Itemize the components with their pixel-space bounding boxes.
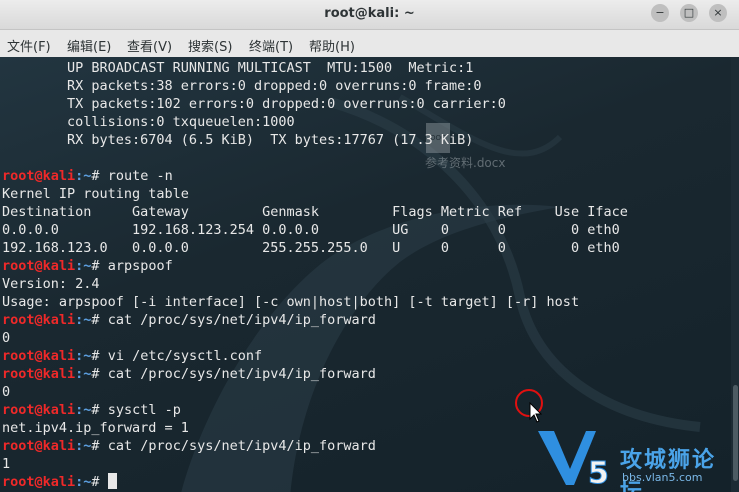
- prompt-path: :~: [75, 258, 92, 274]
- prompt-path: :~: [75, 348, 92, 364]
- title-bar[interactable]: root@kali: ~ − □ ×: [0, 0, 739, 30]
- watermark-site-name: 攻城狮论坛: [620, 448, 717, 492]
- text-cursor: [107, 473, 117, 489]
- command-text: sysctl -p: [107, 402, 181, 418]
- prompt-line: root@kali:~#: [2, 473, 628, 491]
- menu-search[interactable]: 搜索(S): [188, 36, 232, 55]
- output-line: Destination Gateway Genmask Flags Metric…: [2, 204, 628, 220]
- output-line: 192.168.123.0 0.0.0.0 255.255.255.0 U 0 …: [2, 240, 620, 256]
- output-line: UP BROADCAST RUNNING MULTICAST MTU:1500 …: [2, 60, 474, 76]
- mouse-pointer-icon: [529, 402, 543, 423]
- terminal-area[interactable]: DOC 参考资料.docx UP BROADCAST RUNNING MULTI…: [0, 57, 739, 492]
- command-line: root@kali:~# cat /proc/sys/net/ipv4/ip_f…: [2, 437, 628, 455]
- command-text: cat /proc/sys/net/ipv4/ip_forward: [107, 366, 376, 382]
- output-line: 0.0.0.0 192.168.123.254 0.0.0.0 UG 0 0 0…: [2, 222, 620, 238]
- prompt-user: root@kali: [2, 348, 76, 364]
- v5-logo-icon: 5: [538, 431, 609, 491]
- command-text: arpspoof: [107, 258, 173, 274]
- output-line: Usage: arpspoof [-i interface] [-c own|h…: [2, 294, 580, 310]
- prompt-user: root@kali: [2, 258, 76, 274]
- prompt-symbol: #: [91, 438, 108, 454]
- menu-file[interactable]: 文件(F): [7, 36, 51, 55]
- prompt-user: root@kali: [2, 438, 76, 454]
- prompt-symbol: #: [91, 258, 108, 274]
- prompt-user: root@kali: [2, 402, 76, 418]
- prompt-path: :~: [75, 402, 92, 418]
- terminal-output: UP BROADCAST RUNNING MULTICAST MTU:1500 …: [2, 59, 628, 491]
- prompt-path: :~: [75, 168, 92, 184]
- prompt-path: :~: [75, 366, 92, 382]
- prompt-user: root@kali: [2, 312, 76, 328]
- terminal-window: root@kali: ~ − □ × 文件(F) 编辑(E) 查看(V) 搜索(…: [0, 0, 739, 492]
- output-line: Version: 2.4: [2, 276, 100, 292]
- command-line: root@kali:~# cat /proc/sys/net/ipv4/ip_f…: [2, 365, 628, 383]
- watermark-site-url: bbs.vlan5.com: [622, 471, 703, 484]
- window-title: root@kali: ~: [324, 6, 415, 21]
- command-text: route -n: [107, 168, 173, 184]
- maximize-button[interactable]: □: [680, 4, 698, 22]
- command-text: vi /etc/sysctl.conf: [107, 348, 263, 364]
- prompt-path: :~: [75, 438, 92, 454]
- prompt-symbol: #: [91, 474, 108, 490]
- output-line: RX packets:38 errors:0 dropped:0 overrun…: [2, 78, 482, 94]
- prompt-symbol: #: [91, 366, 108, 382]
- command-line: root@kali:~# arpspoof: [2, 257, 628, 275]
- minimize-button[interactable]: −: [651, 4, 669, 22]
- command-text: cat /proc/sys/net/ipv4/ip_forward: [107, 438, 376, 454]
- output-line: 1: [2, 456, 11, 472]
- prompt-user: root@kali: [2, 168, 76, 184]
- output-line: 0: [2, 330, 11, 346]
- svg-text:5: 5: [588, 456, 609, 491]
- output-line: TX packets:102 errors:0 dropped:0 overru…: [2, 96, 506, 112]
- prompt-symbol: #: [91, 348, 108, 364]
- output-line: Kernel IP routing table: [2, 186, 189, 202]
- command-line: root@kali:~# vi /etc/sysctl.conf: [2, 347, 628, 365]
- prompt-symbol: #: [91, 168, 108, 184]
- menu-bar: 文件(F) 编辑(E) 查看(V) 搜索(S) 终端(T) 帮助(H): [0, 30, 739, 57]
- output-line: collisions:0 txqueuelen:1000: [2, 114, 295, 130]
- menu-help[interactable]: 帮助(H): [309, 36, 355, 55]
- command-text: cat /proc/sys/net/ipv4/ip_forward: [107, 312, 376, 328]
- prompt-path: :~: [75, 474, 92, 490]
- close-button[interactable]: ×: [709, 4, 727, 22]
- menu-edit[interactable]: 编辑(E): [67, 36, 111, 55]
- menu-terminal[interactable]: 终端(T): [249, 36, 293, 55]
- output-line: [2, 149, 628, 167]
- command-line: root@kali:~# cat /proc/sys/net/ipv4/ip_f…: [2, 311, 628, 329]
- output-line: RX bytes:6704 (6.5 KiB) TX bytes:17767 (…: [2, 132, 474, 148]
- prompt-path: :~: [75, 312, 92, 328]
- prompt-symbol: #: [91, 312, 108, 328]
- scrollbar-thumb[interactable]: [733, 385, 738, 481]
- scrollbar-track[interactable]: [731, 57, 739, 492]
- menu-view[interactable]: 查看(V): [127, 36, 172, 55]
- command-line: root@kali:~# route -n: [2, 167, 628, 185]
- prompt-symbol: #: [91, 402, 108, 418]
- prompt-user: root@kali: [2, 474, 76, 490]
- prompt-user: root@kali: [2, 366, 76, 382]
